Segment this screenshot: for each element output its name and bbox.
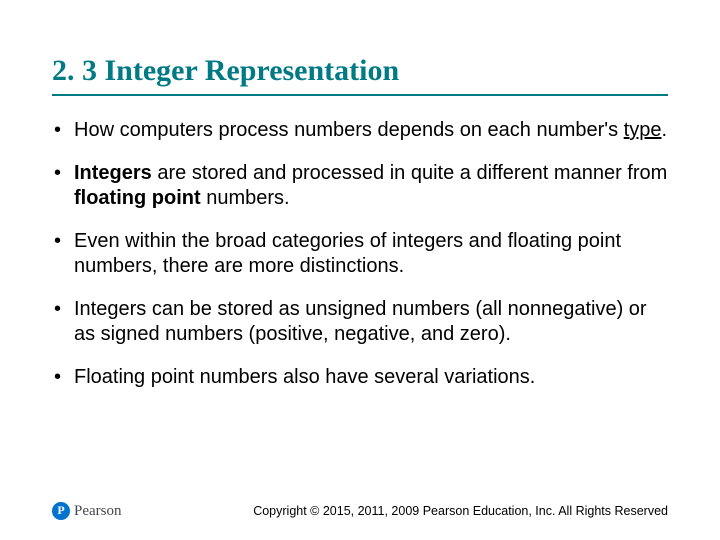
list-item: How computers process numbers depends on… [52, 118, 668, 143]
copyright-text: Copyright © 2015, 2011, 2009 Pearson Edu… [253, 504, 668, 518]
text: Integers can be stored as unsigned numbe… [74, 298, 647, 345]
text: . [661, 119, 667, 141]
bullet-list: How computers process numbers depends on… [52, 118, 668, 390]
underline-text: type [624, 119, 662, 141]
brand: Pearson [52, 502, 122, 520]
brand-name: Pearson [74, 503, 122, 520]
text: numbers. [201, 187, 290, 209]
text: Floating point numbers also have several… [74, 366, 535, 388]
bold-text: floating point [74, 187, 201, 209]
list-item: Even within the broad categories of inte… [52, 229, 668, 279]
footer: Pearson Copyright © 2015, 2011, 2009 Pea… [52, 498, 668, 520]
text: Even within the broad categories of inte… [74, 230, 621, 277]
title-rule [52, 94, 668, 96]
slide-title: 2. 3 Integer Representation [52, 54, 668, 88]
bold-text: Integers [74, 162, 152, 184]
text: How computers process numbers depends on… [74, 119, 624, 141]
list-item: Integers are stored and processed in qui… [52, 161, 668, 211]
list-item: Integers can be stored as unsigned numbe… [52, 297, 668, 347]
text: are stored and processed in quite a diff… [152, 162, 667, 184]
pearson-logo-icon [52, 502, 70, 520]
list-item: Floating point numbers also have several… [52, 365, 668, 390]
slide: 2. 3 Integer Representation How computer… [0, 0, 720, 540]
